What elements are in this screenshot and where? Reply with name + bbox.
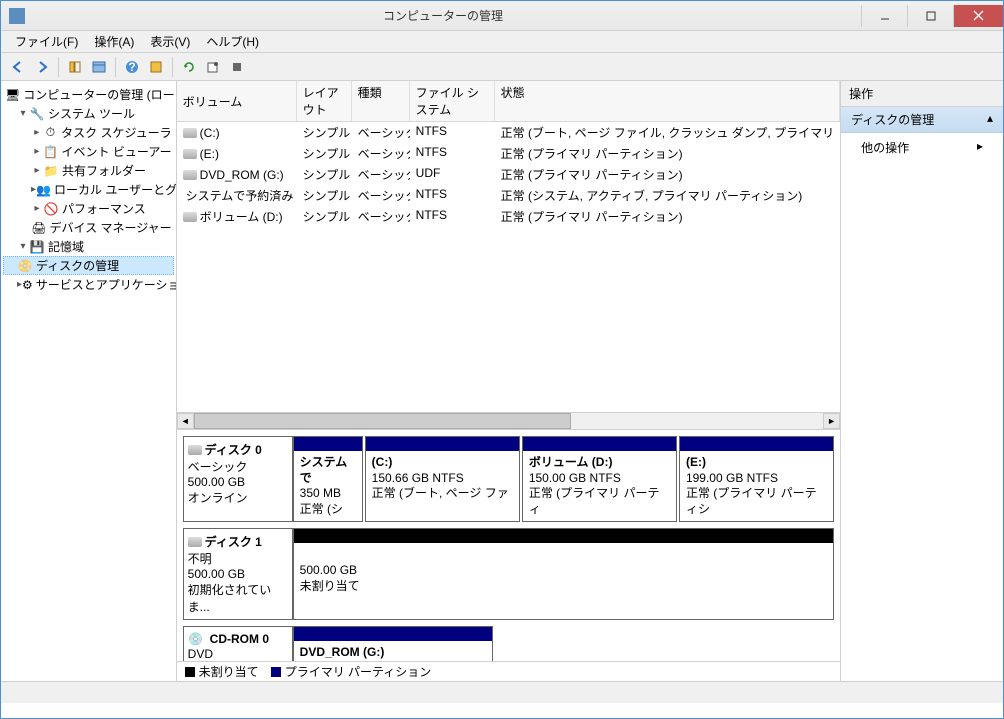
- disk0-part3[interactable]: (E:)199.00 GB NTFS正常 (プライマリ パーティシ: [679, 436, 834, 522]
- folder-icon: 📁: [43, 163, 59, 179]
- statusbar: [1, 681, 1003, 703]
- actions-header: 操作: [841, 81, 1003, 107]
- collapse-icon: ▴: [987, 111, 993, 128]
- navigation-tree[interactable]: 🖥コンピューターの管理 (ローカル) ▾🔧システム ツール ▸⏱タスク スケジュ…: [1, 81, 177, 681]
- volume-icon: [183, 128, 197, 138]
- scroll-right-button[interactable]: ►: [823, 413, 840, 429]
- volume-row[interactable]: DVD_ROM (G:)シンプルベーシックUDF正常 (プライマリ パーティショ…: [177, 164, 840, 185]
- forward-button[interactable]: [31, 56, 53, 78]
- svg-text:?: ?: [128, 60, 135, 74]
- app-icon: [9, 8, 25, 24]
- disk1-info[interactable]: ディスク 1 不明 500.00 GB 初期化されていま...: [183, 528, 293, 620]
- cdrom0-part0[interactable]: DVD_ROM (G:)282 MB UDF正常 (プライマリ パーティション): [293, 626, 493, 661]
- col-type[interactable]: 種類: [352, 81, 410, 121]
- unallocated-bar: [294, 529, 833, 543]
- volume-icon: [183, 212, 197, 222]
- scroll-thumb[interactable]: [194, 413, 572, 429]
- volume-list[interactable]: ボリューム レイアウト 種類 ファイル システム 状態 (C:)シンプルベーシッ…: [177, 81, 840, 412]
- disk0-part1[interactable]: (C:)150.66 GB NTFS正常 (ブート, ページ ファ: [365, 436, 520, 522]
- cdrom0-info[interactable]: 💿CD-ROM 0 DVD 282 MB オンライン: [183, 626, 293, 661]
- close-button[interactable]: [953, 5, 1003, 27]
- properties-button[interactable]: [202, 56, 224, 78]
- disk0-part0[interactable]: システムで350 MB正常 (シ: [293, 436, 363, 522]
- partition-bar: [294, 627, 492, 641]
- cdrom-row-0[interactable]: 💿CD-ROM 0 DVD 282 MB オンライン DVD_ROM (G:)2…: [183, 626, 834, 661]
- menu-action[interactable]: 操作(A): [86, 31, 142, 52]
- menubar: ファイル(F) 操作(A) 表示(V) ヘルプ(H): [1, 31, 1003, 53]
- titlebar: コンピューターの管理: [1, 1, 1003, 31]
- volume-row[interactable]: ボリューム (D:)シンプルベーシックNTFS正常 (プライマリ パーティション…: [177, 206, 840, 227]
- legend-swatch-primary: [271, 667, 281, 677]
- toolbar: ?: [1, 53, 1003, 81]
- tool-button[interactable]: [226, 56, 248, 78]
- tree-event-viewer[interactable]: ▸📋イベント ビューアー: [3, 142, 174, 161]
- maximize-button[interactable]: [907, 5, 953, 27]
- tools-icon: 🔧: [29, 106, 45, 122]
- volume-scrollbar[interactable]: ◄ ►: [177, 412, 840, 429]
- volume-row[interactable]: (E:)シンプルベーシックNTFS正常 (プライマリ パーティション): [177, 143, 840, 164]
- partition-bar: [523, 437, 676, 451]
- tree-shared-folders[interactable]: ▸📁共有フォルダー: [3, 161, 174, 180]
- tree-task-scheduler[interactable]: ▸⏱タスク スケジューラ: [3, 123, 174, 142]
- menu-file[interactable]: ファイル(F): [7, 31, 86, 52]
- services-icon: ⚙: [22, 277, 33, 293]
- col-filesystem[interactable]: ファイル システム: [410, 81, 495, 121]
- storage-icon: 💾: [29, 239, 45, 255]
- volume-row[interactable]: システムで予約済みシンプルベーシックNTFS正常 (システム, アクティブ, プ…: [177, 185, 840, 206]
- legend-label: 未割り当て: [199, 663, 259, 680]
- tree-performance[interactable]: ▸🚫パフォーマンス: [3, 199, 174, 218]
- users-icon: 👥: [36, 182, 51, 198]
- view-button[interactable]: [88, 56, 110, 78]
- disk-icon: [188, 445, 202, 455]
- legend-label: プライマリ パーティション: [285, 663, 432, 680]
- disk-icon: [188, 537, 202, 547]
- partition-bar: [680, 437, 833, 451]
- disk-icon: 📀: [17, 258, 33, 274]
- refresh-button[interactable]: [178, 56, 200, 78]
- col-volume[interactable]: ボリューム: [177, 81, 297, 121]
- tree-local-users[interactable]: ▸👥ローカル ユーザーとグループ: [3, 180, 174, 199]
- event-icon: 📋: [43, 144, 59, 160]
- tree-root[interactable]: 🖥コンピューターの管理 (ローカル): [3, 85, 174, 104]
- expand-icon: ▸: [977, 139, 983, 156]
- volume-icon: [183, 149, 197, 159]
- legend-swatch-unallocated: [185, 667, 195, 677]
- col-state[interactable]: 状態: [495, 81, 840, 121]
- actions-pane: 操作 ディスクの管理▴ 他の操作▸: [841, 81, 1003, 681]
- disk-row-1[interactable]: ディスク 1 不明 500.00 GB 初期化されていま... 500.00 G…: [183, 528, 834, 620]
- partition-bar: [366, 437, 519, 451]
- volume-row[interactable]: (C:)シンプルベーシックNTFS正常 (ブート, ページ ファイル, クラッシ…: [177, 122, 840, 143]
- actions-section-disk-mgmt[interactable]: ディスクの管理▴: [841, 107, 1003, 133]
- disk1-part0[interactable]: 500.00 GB未割り当て: [293, 528, 834, 620]
- menu-view[interactable]: 表示(V): [142, 31, 198, 52]
- menu-help[interactable]: ヘルプ(H): [198, 31, 267, 52]
- settings-button[interactable]: [145, 56, 167, 78]
- perf-icon: 🚫: [43, 201, 59, 217]
- tree-device-manager[interactable]: 🖨デバイス マネージャー: [3, 218, 174, 237]
- scroll-left-button[interactable]: ◄: [177, 413, 194, 429]
- tree-disk-management[interactable]: 📀ディスクの管理: [3, 256, 174, 275]
- minimize-button[interactable]: [861, 5, 907, 27]
- disk0-part2[interactable]: ボリューム (D:)150.00 GB NTFS正常 (プライマリ パーティ: [522, 436, 677, 522]
- window-title: コンピューターの管理: [25, 7, 861, 24]
- tree-storage[interactable]: ▾💾記憶域: [3, 237, 174, 256]
- legend: 未割り当て プライマリ パーティション: [177, 661, 840, 681]
- show-hide-tree-button[interactable]: [64, 56, 86, 78]
- partition-bar: [294, 437, 362, 451]
- back-button[interactable]: [7, 56, 29, 78]
- tree-services-apps[interactable]: ▸⚙サービスとアプリケーション: [3, 275, 174, 294]
- disk-graphical-view[interactable]: ディスク 0 ベーシック 500.00 GB オンライン システムで350 MB…: [177, 429, 840, 661]
- volume-header[interactable]: ボリューム レイアウト 種類 ファイル システム 状態: [177, 81, 840, 122]
- help-button[interactable]: ?: [121, 56, 143, 78]
- col-layout[interactable]: レイアウト: [297, 81, 352, 121]
- tree-system-tools[interactable]: ▾🔧システム ツール: [3, 104, 174, 123]
- cd-icon: 💿: [188, 631, 204, 647]
- device-icon: 🖨: [31, 220, 46, 236]
- disk0-info[interactable]: ディスク 0 ベーシック 500.00 GB オンライン: [183, 436, 293, 522]
- actions-item-other[interactable]: 他の操作▸: [841, 133, 1003, 162]
- clock-icon: ⏱: [43, 125, 59, 141]
- disk-row-0[interactable]: ディスク 0 ベーシック 500.00 GB オンライン システムで350 MB…: [183, 436, 834, 522]
- volume-icon: [183, 170, 197, 180]
- computer-icon: 🖥: [5, 87, 20, 103]
